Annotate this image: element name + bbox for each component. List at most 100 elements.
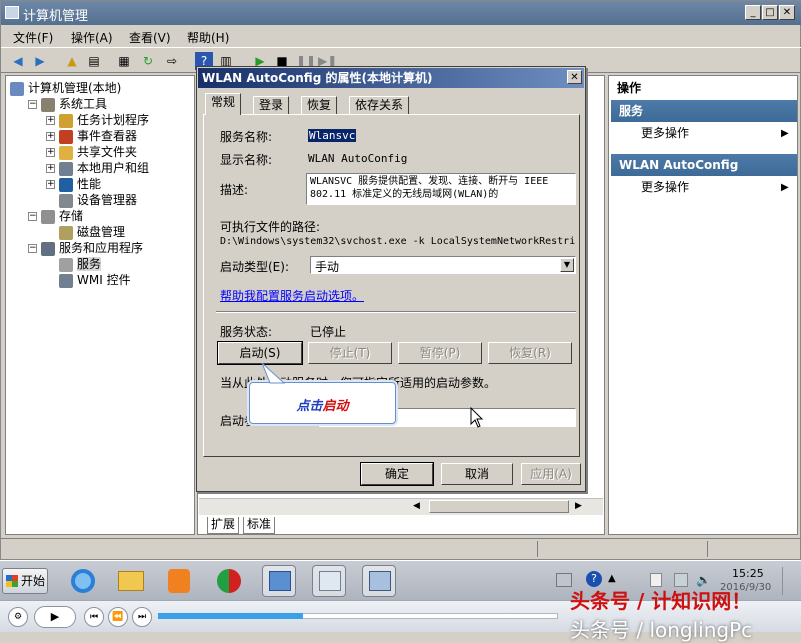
ok-button[interactable]: 确定 xyxy=(360,462,434,486)
scroll-right-icon[interactable]: ▶ xyxy=(575,501,582,511)
refresh-icon[interactable]: ↻ xyxy=(139,52,157,70)
maximize-button[interactable]: □ xyxy=(762,5,778,20)
rewind-icon[interactable]: ⏪ xyxy=(108,607,128,627)
tree-item-label: 服务和应用程序 xyxy=(59,241,144,255)
dialog-close-button[interactable]: ✕ xyxy=(567,70,582,84)
service-name-value[interactable]: Wlansvc xyxy=(308,129,357,142)
ie-browser-icon[interactable] xyxy=(66,565,100,597)
startup-type-label: 启动类型(E): xyxy=(220,260,289,274)
media-player-icon[interactable] xyxy=(162,565,196,597)
show-tree-icon[interactable]: ▤ xyxy=(85,52,103,70)
up-folder-icon[interactable]: ▲ xyxy=(63,52,81,70)
tab-standard[interactable]: 标准 xyxy=(243,517,276,534)
settings-icon[interactable]: ⚙ xyxy=(8,607,28,627)
startup-type-select[interactable]: 手动 ▼ xyxy=(310,256,576,274)
more-actions-wlan[interactable]: 更多操作 xyxy=(641,178,689,196)
resume-button[interactable]: 恢复(R) xyxy=(488,342,572,364)
back-icon[interactable]: ◀ xyxy=(9,52,27,70)
actions-title: 操作 xyxy=(617,81,642,95)
close-button[interactable]: ✕ xyxy=(779,5,795,20)
collapse-icon[interactable]: − xyxy=(28,212,37,221)
tree-item-label: 计算机管理(本地) xyxy=(28,81,122,95)
actions-section-services[interactable]: 服务 xyxy=(611,100,797,122)
cancel-button[interactable]: 取消 xyxy=(441,463,513,485)
status-bar xyxy=(1,538,801,558)
tree-item[interactable]: + 事件查看器 xyxy=(46,128,137,144)
tree-item[interactable]: 服务 xyxy=(46,256,102,272)
collapse-icon[interactable]: − xyxy=(28,100,37,109)
tab-extended[interactable]: 扩展 xyxy=(207,517,240,534)
tree-item[interactable]: − 系统工具 xyxy=(28,96,107,112)
tree-node-icon xyxy=(41,97,55,112)
chevron-down-icon[interactable]: ▼ xyxy=(560,258,574,272)
collapse-icon[interactable]: − xyxy=(28,244,37,253)
expand-icon[interactable]: + xyxy=(46,148,55,157)
tree-item-label: 设备管理器 xyxy=(77,193,138,207)
play-icon[interactable]: ▶ xyxy=(34,606,76,628)
start-button[interactable]: 开始 xyxy=(2,568,48,594)
path-value[interactable]: D:\Windows\system32\svchost.exe -k Local… xyxy=(220,236,576,247)
tree-item-label: 任务计划程序 xyxy=(77,113,150,127)
computer-management-task-icon[interactable] xyxy=(362,565,396,597)
pause-button[interactable]: 暂停(P) xyxy=(398,342,482,364)
tree-item[interactable]: + 任务计划程序 xyxy=(46,112,149,128)
properties-icon[interactable]: ▦ xyxy=(115,52,133,70)
display-name-value[interactable]: WLAN AutoConfig xyxy=(308,152,407,165)
tree-item-label: 事件查看器 xyxy=(77,129,138,143)
menu-file[interactable]: 文件(F) xyxy=(13,29,53,46)
apply-button[interactable]: 应用(A) xyxy=(521,463,581,485)
paint-app-icon[interactable] xyxy=(212,565,246,597)
tree-node-icon xyxy=(59,145,73,160)
next-icon[interactable]: ⏭ xyxy=(132,607,152,627)
stop-button[interactable]: 停止(T) xyxy=(308,342,392,364)
more-actions-services[interactable]: 更多操作 xyxy=(641,124,689,142)
tree-node-icon xyxy=(59,161,73,176)
actions-pane: 操作 服务 更多操作 ▶ WLAN AutoConfig 更多操作 ▶ xyxy=(608,75,798,535)
clock-time[interactable]: 15:25 xyxy=(732,567,764,580)
tab-recovery[interactable]: 恢复 xyxy=(301,96,338,115)
path-label: 可执行文件的路径: xyxy=(220,220,321,234)
tab-dependencies[interactable]: 依存关系 xyxy=(349,96,410,115)
menu-help[interactable]: 帮助(H) xyxy=(187,29,229,46)
export-icon[interactable]: ⇨ xyxy=(163,52,181,70)
forward-icon[interactable]: ▶ xyxy=(31,52,49,70)
help-configure-link[interactable]: 帮助我配置服务启动选项。 xyxy=(220,287,364,304)
description-field[interactable]: WLANSVC 服务提供配置、发现、连接、断开与 IEEE 802.11 标准定… xyxy=(306,173,576,205)
scroll-left-icon[interactable]: ◀ xyxy=(413,501,420,511)
expand-icon[interactable]: + xyxy=(46,180,55,189)
submenu-arrow-icon: ▶ xyxy=(781,128,789,139)
show-desktop-button[interactable] xyxy=(782,567,796,595)
menu-view[interactable]: 查看(V) xyxy=(129,29,171,46)
horizontal-scrollbar[interactable]: ◀ ▶ xyxy=(199,498,603,515)
tree-item[interactable]: WMI 控件 xyxy=(46,272,131,288)
tree-node-icon xyxy=(59,113,73,128)
tree-item[interactable]: + 本地用户和组 xyxy=(46,160,149,176)
tray-expand-icon[interactable]: ▲ xyxy=(608,573,616,584)
expand-icon[interactable]: + xyxy=(46,164,55,173)
network-app-icon[interactable] xyxy=(312,565,346,597)
tab-general[interactable]: 常规 xyxy=(205,93,242,115)
watermark: 头条号 / 计知识网！ 头条号 / longlingPc xyxy=(570,589,753,642)
menu-action[interactable]: 操作(A) xyxy=(71,29,113,46)
tree-item[interactable]: 计算机管理(本地) xyxy=(10,80,121,96)
tree-item[interactable]: − 服务和应用程序 xyxy=(28,240,143,256)
tree-item[interactable]: 磁盘管理 xyxy=(46,224,125,240)
scroll-thumb[interactable] xyxy=(429,500,569,513)
menu-bar: 文件(F) 操作(A) 查看(V) 帮助(H) xyxy=(1,25,801,47)
previous-icon[interactable]: ⏮ xyxy=(84,607,104,627)
tree-node-icon xyxy=(59,177,73,192)
tree-item[interactable]: + 性能 xyxy=(46,176,101,192)
tree-item[interactable]: − 存储 xyxy=(28,208,83,224)
expand-icon[interactable]: + xyxy=(46,116,55,125)
start-button[interactable]: 启动(S) xyxy=(217,341,303,365)
expand-icon[interactable]: + xyxy=(46,132,55,141)
tab-logon[interactable]: 登录 xyxy=(253,96,290,115)
server-manager-icon[interactable] xyxy=(262,565,296,597)
tree-item[interactable]: 设备管理器 xyxy=(46,192,137,208)
minimize-button[interactable]: _ xyxy=(745,5,761,20)
actions-section-wlan[interactable]: WLAN AutoConfig xyxy=(611,154,797,176)
dialog-title: WLAN AutoConfig 的属性(本地计算机) xyxy=(198,68,584,88)
tree-item-label: 本地用户和组 xyxy=(77,161,150,175)
tree-item[interactable]: + 共享文件夹 xyxy=(46,144,137,160)
file-explorer-icon[interactable] xyxy=(114,565,148,597)
